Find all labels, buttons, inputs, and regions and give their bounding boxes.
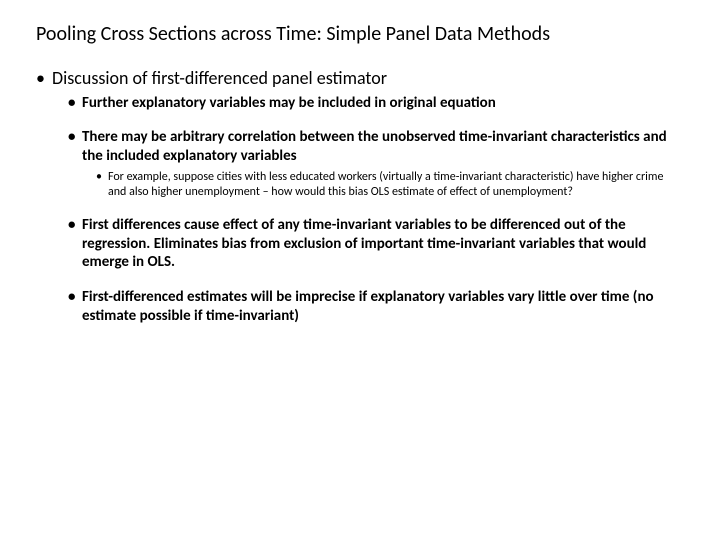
l2-text: First-differenced estimates will be impr…	[82, 288, 654, 325]
slide-title: Pooling Cross Sections across Time: Simp…	[36, 22, 684, 47]
l2-item: Further explanatory variables may be inc…	[68, 94, 684, 113]
l1-item: Discussion of first-differenced panel es…	[36, 67, 684, 326]
l2-item: There may be arbitrary correlation betwe…	[68, 128, 684, 200]
slide-container: Pooling Cross Sections across Time: Simp…	[0, 0, 720, 540]
l2-text: There may be arbitrary correlation betwe…	[82, 128, 667, 165]
bullet-list-level1: Discussion of first-differenced panel es…	[36, 67, 684, 326]
l3-item: For example, suppose cities with less ed…	[96, 170, 684, 200]
l1-text: Discussion of first-differenced panel es…	[52, 67, 387, 89]
l2-text: Further explanatory variables may be inc…	[82, 94, 496, 112]
l2-item: First differences cause effect of any ti…	[68, 216, 684, 272]
bullet-list-level3: For example, suppose cities with less ed…	[82, 170, 684, 200]
l2-text: First differences cause effect of any ti…	[82, 216, 646, 272]
l3-text: For example, suppose cities with less ed…	[108, 170, 664, 199]
l2-item: First-differenced estimates will be impr…	[68, 288, 684, 326]
bullet-list-level2: Further explanatory variables may be inc…	[52, 94, 684, 326]
